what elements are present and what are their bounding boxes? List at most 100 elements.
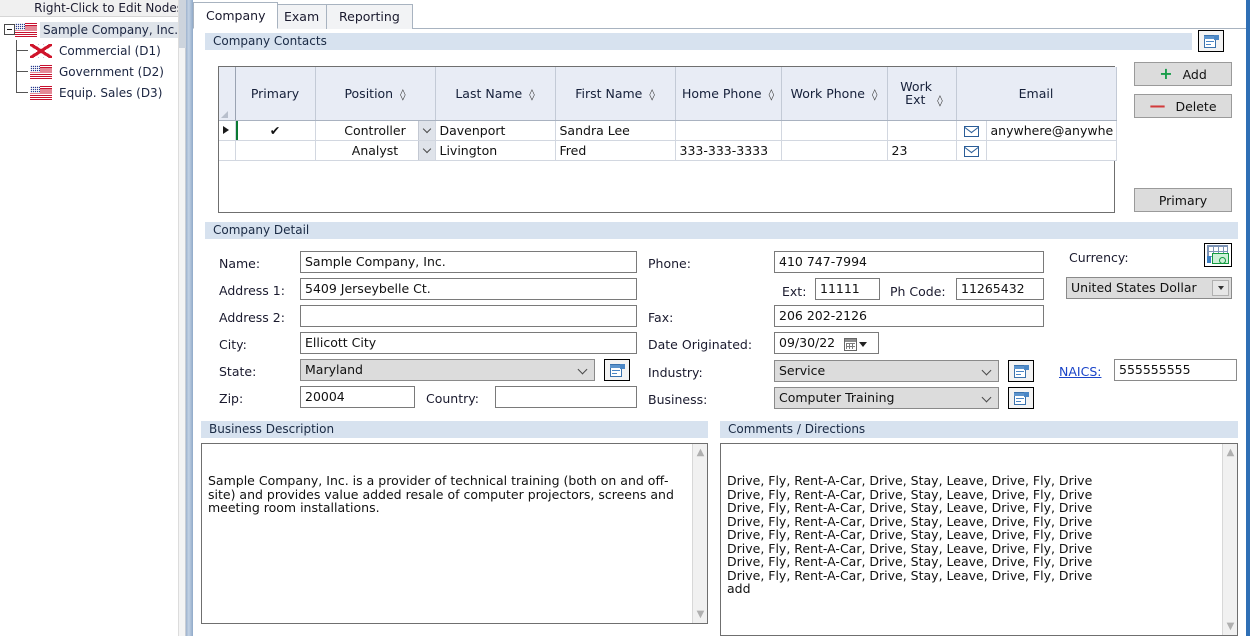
- industry-lookup-button[interactable]: [1008, 360, 1034, 382]
- scroll-down-icon[interactable]: ▼: [1223, 619, 1238, 634]
- zip-field[interactable]: 20004: [300, 386, 415, 408]
- sort-indicator-icon[interactable]: ◊: [649, 88, 654, 101]
- column-label: Work Phone: [791, 86, 865, 101]
- cell-first-name[interactable]: Sandra Lee: [555, 120, 675, 140]
- row-header-corner[interactable]: [219, 67, 235, 120]
- delete-button[interactable]: — Delete: [1134, 94, 1232, 118]
- address1-field[interactable]: 5409 Jerseybelle Ct.: [300, 278, 637, 300]
- contacts-lookup-button[interactable]: [1198, 30, 1224, 52]
- ext-label: Ext:: [782, 284, 806, 299]
- comments-group-header: Comments / Directions: [720, 421, 1238, 438]
- tab-strip: Company Exam Reporting: [193, 0, 1250, 29]
- currency-dropdown[interactable]: United States Dollar: [1066, 277, 1232, 299]
- column-header-last-name[interactable]: Last Name◊: [435, 67, 555, 120]
- tree-node-label: Sample Company, Inc.: [40, 22, 181, 38]
- ph-code-field[interactable]: 11265432: [956, 278, 1044, 300]
- sort-indicator-icon[interactable]: ◊: [872, 88, 877, 101]
- business-dropdown[interactable]: Computer Training: [774, 387, 999, 409]
- tab-exam[interactable]: Exam: [271, 4, 332, 29]
- chevron-down-icon[interactable]: [418, 121, 435, 140]
- scroll-up-icon[interactable]: ▲: [1223, 445, 1238, 460]
- tree-vertical-scrollbar[interactable]: [178, 0, 185, 636]
- tree-node-label: Equip. Sales (D3): [55, 86, 162, 100]
- cell-work-ext[interactable]: [887, 120, 956, 140]
- table-row[interactable]: Analyst Livington Fred 333-333-3333 23: [219, 140, 1116, 160]
- tree-node-commercial[interactable]: Commercial (D1): [4, 40, 185, 61]
- naics-field[interactable]: 555555555: [1114, 359, 1237, 381]
- contacts-table: Primary Position◊ Last Name◊ First Name◊: [219, 67, 1117, 161]
- column-header-work-phone[interactable]: Work Phone ◊: [781, 67, 887, 120]
- column-header-first-name[interactable]: First Name◊: [555, 67, 675, 120]
- currency-lookup-button[interactable]: [1204, 243, 1232, 267]
- address1-label: Address 1:: [219, 283, 285, 298]
- primary-button[interactable]: Primary: [1134, 188, 1232, 212]
- cell-email-icon[interactable]: [956, 120, 986, 140]
- tree-node-sample-company[interactable]: Sample Company, Inc.: [4, 19, 185, 40]
- cell-primary[interactable]: [235, 140, 315, 160]
- phone-field[interactable]: 410 747-7994: [774, 251, 1044, 273]
- country-field[interactable]: [495, 386, 637, 408]
- add-button[interactable]: + Add: [1134, 62, 1232, 86]
- date-picker-button[interactable]: [844, 336, 874, 352]
- cell-position[interactable]: Controller: [315, 120, 435, 140]
- cell-home-phone[interactable]: [675, 120, 781, 140]
- cell-home-phone[interactable]: 333-333-3333: [675, 140, 781, 160]
- tree-node-equip-sales[interactable]: Equip. Sales (D3): [4, 82, 185, 103]
- scroll-down-icon[interactable]: ▼: [693, 607, 708, 622]
- column-header-work-ext[interactable]: Work Ext ◊: [887, 67, 956, 120]
- business-description-textarea[interactable]: Sample Company, Inc. is a provider of te…: [201, 443, 708, 624]
- industry-dropdown[interactable]: Service: [774, 360, 999, 382]
- tab-reporting[interactable]: Reporting: [326, 4, 413, 29]
- name-field[interactable]: Sample Company, Inc.: [300, 251, 637, 273]
- city-field[interactable]: Ellicott City: [300, 332, 637, 354]
- currency-label: Currency:: [1069, 250, 1129, 265]
- cell-first-name[interactable]: Fred: [555, 140, 675, 160]
- scrollbar-thumb[interactable]: [179, 0, 186, 48]
- cell-last-name[interactable]: Livington: [435, 140, 555, 160]
- fax-field[interactable]: 206 202-2126: [774, 305, 1044, 327]
- column-label: Work Ext: [900, 80, 930, 106]
- tab-company[interactable]: Company: [193, 2, 278, 29]
- row-selector-cell[interactable]: [219, 140, 235, 160]
- tree-node-government[interactable]: Government (D2): [4, 61, 185, 82]
- column-header-home-phone[interactable]: Home Phone◊: [675, 67, 781, 120]
- cell-email[interactable]: [986, 140, 1116, 160]
- company-contacts-grid[interactable]: Primary Position◊ Last Name◊ First Name◊: [218, 66, 1115, 213]
- cell-work-phone[interactable]: [781, 140, 887, 160]
- collapse-expander-icon[interactable]: [4, 24, 15, 35]
- cell-work-ext[interactable]: 23: [887, 140, 956, 160]
- dropdown-arrow-button[interactable]: [1212, 280, 1229, 296]
- state-label: State:: [219, 364, 256, 379]
- column-header-primary[interactable]: Primary: [235, 67, 315, 120]
- add-button-label: Add: [1183, 67, 1207, 82]
- column-header-email[interactable]: Email: [956, 67, 1116, 120]
- sort-indicator-icon[interactable]: ◊: [769, 88, 774, 101]
- sort-indicator-icon[interactable]: ◊: [529, 88, 534, 101]
- chevron-down-icon[interactable]: [418, 141, 435, 160]
- panel-splitter[interactable]: [186, 0, 193, 636]
- cell-last-name[interactable]: Davenport: [435, 120, 555, 140]
- comments-scrollbar[interactable]: ▲ ▼: [1222, 444, 1237, 635]
- cell-email[interactable]: anywhere@anywhe: [986, 120, 1116, 140]
- sort-indicator-icon[interactable]: ◊: [400, 88, 405, 101]
- date-originated-field[interactable]: 09/30/22: [774, 332, 879, 354]
- column-header-position[interactable]: Position◊: [315, 67, 435, 120]
- address2-field[interactable]: [300, 305, 637, 327]
- state-dropdown[interactable]: Maryland: [300, 359, 595, 381]
- cell-work-phone[interactable]: [781, 120, 887, 140]
- cell-primary[interactable]: ✔: [235, 120, 315, 140]
- scroll-up-icon[interactable]: ▲: [693, 445, 708, 460]
- sort-indicator-icon[interactable]: ◊: [937, 94, 942, 107]
- table-header-row: Primary Position◊ Last Name◊ First Name◊: [219, 67, 1116, 120]
- business-description-scrollbar[interactable]: ▲ ▼: [692, 444, 707, 623]
- business-lookup-button[interactable]: [1008, 387, 1034, 409]
- table-row[interactable]: ✔ Controller Davenport Sandra Lee anywhe…: [219, 120, 1116, 140]
- comments-textarea[interactable]: Drive, Fly, Rent-A-Car, Drive, Stay, Lea…: [720, 443, 1238, 636]
- state-lookup-button[interactable]: [604, 359, 630, 381]
- ext-field[interactable]: 11111: [815, 278, 880, 300]
- naics-link[interactable]: NAICS:: [1059, 364, 1101, 379]
- primary-button-label: Primary: [1159, 193, 1207, 208]
- cell-email-icon[interactable]: [956, 140, 986, 160]
- row-selector-cell[interactable]: [219, 120, 235, 140]
- cell-position[interactable]: Analyst: [315, 140, 435, 160]
